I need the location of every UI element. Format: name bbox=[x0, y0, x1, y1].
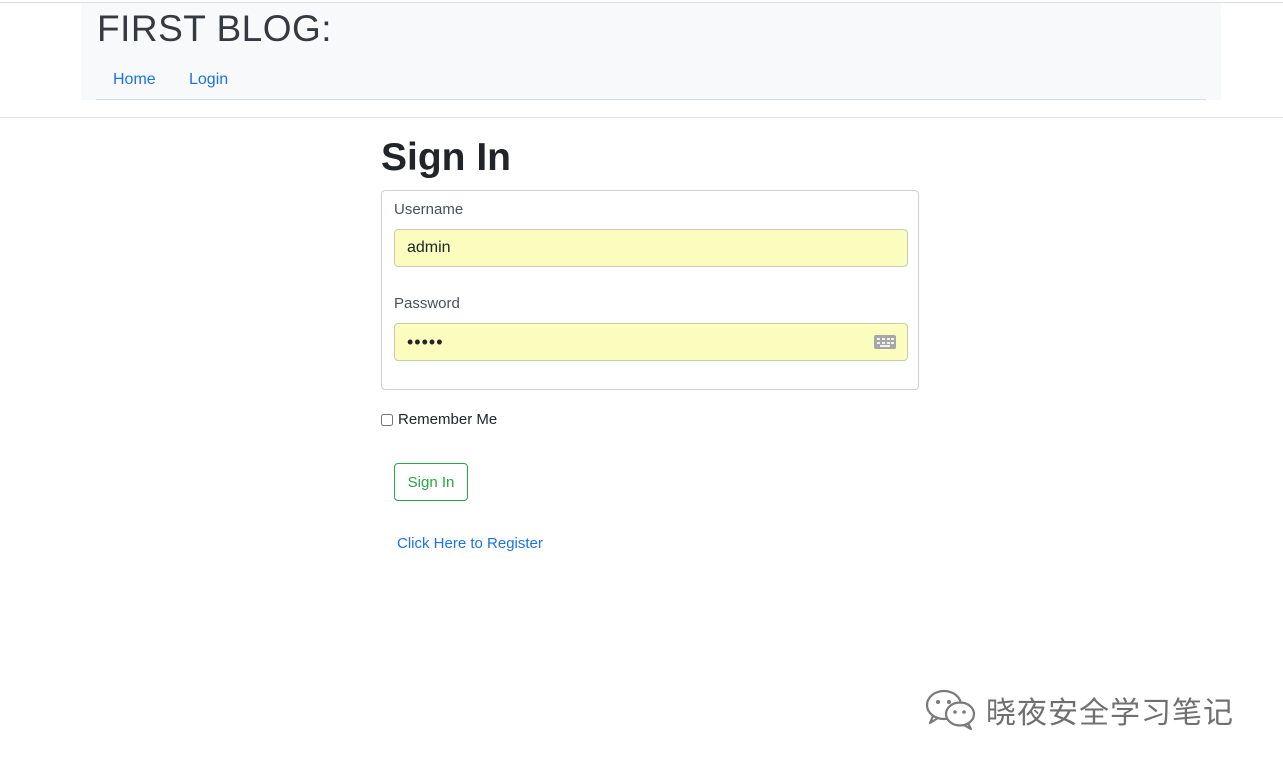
remember-me-checkbox[interactable] bbox=[381, 413, 393, 426]
register-link[interactable]: Click Here to Register bbox=[397, 535, 543, 552]
brand-title[interactable]: FIRST BLOG: bbox=[97, 8, 332, 50]
login-card: Username Password bbox=[381, 190, 919, 390]
sign-in-button[interactable]: Sign In bbox=[394, 463, 468, 501]
keyboard-icon[interactable] bbox=[874, 335, 896, 349]
password-field[interactable] bbox=[394, 323, 908, 361]
remember-me[interactable]: Remember Me bbox=[381, 411, 497, 428]
remember-me-label: Remember Me bbox=[398, 411, 498, 428]
username-field[interactable] bbox=[394, 229, 908, 267]
page-title: Sign In bbox=[381, 136, 511, 179]
wechat-icon bbox=[925, 689, 976, 731]
password-label: Password bbox=[394, 295, 460, 312]
nav-link-login[interactable]: Login bbox=[189, 71, 228, 89]
nav-link-home[interactable]: Home bbox=[113, 71, 156, 89]
navbar: FIRST BLOG: Home Login bbox=[81, 3, 1221, 100]
page-divider bbox=[0, 117, 1283, 118]
watermark-text: 晓夜安全学习笔记 bbox=[986, 696, 1234, 731]
watermark: 晓夜安全学习笔记 bbox=[924, 688, 1234, 732]
password-field-wrapper bbox=[394, 323, 908, 361]
navbar-divider bbox=[96, 99, 1206, 100]
username-label: Username bbox=[394, 201, 464, 218]
